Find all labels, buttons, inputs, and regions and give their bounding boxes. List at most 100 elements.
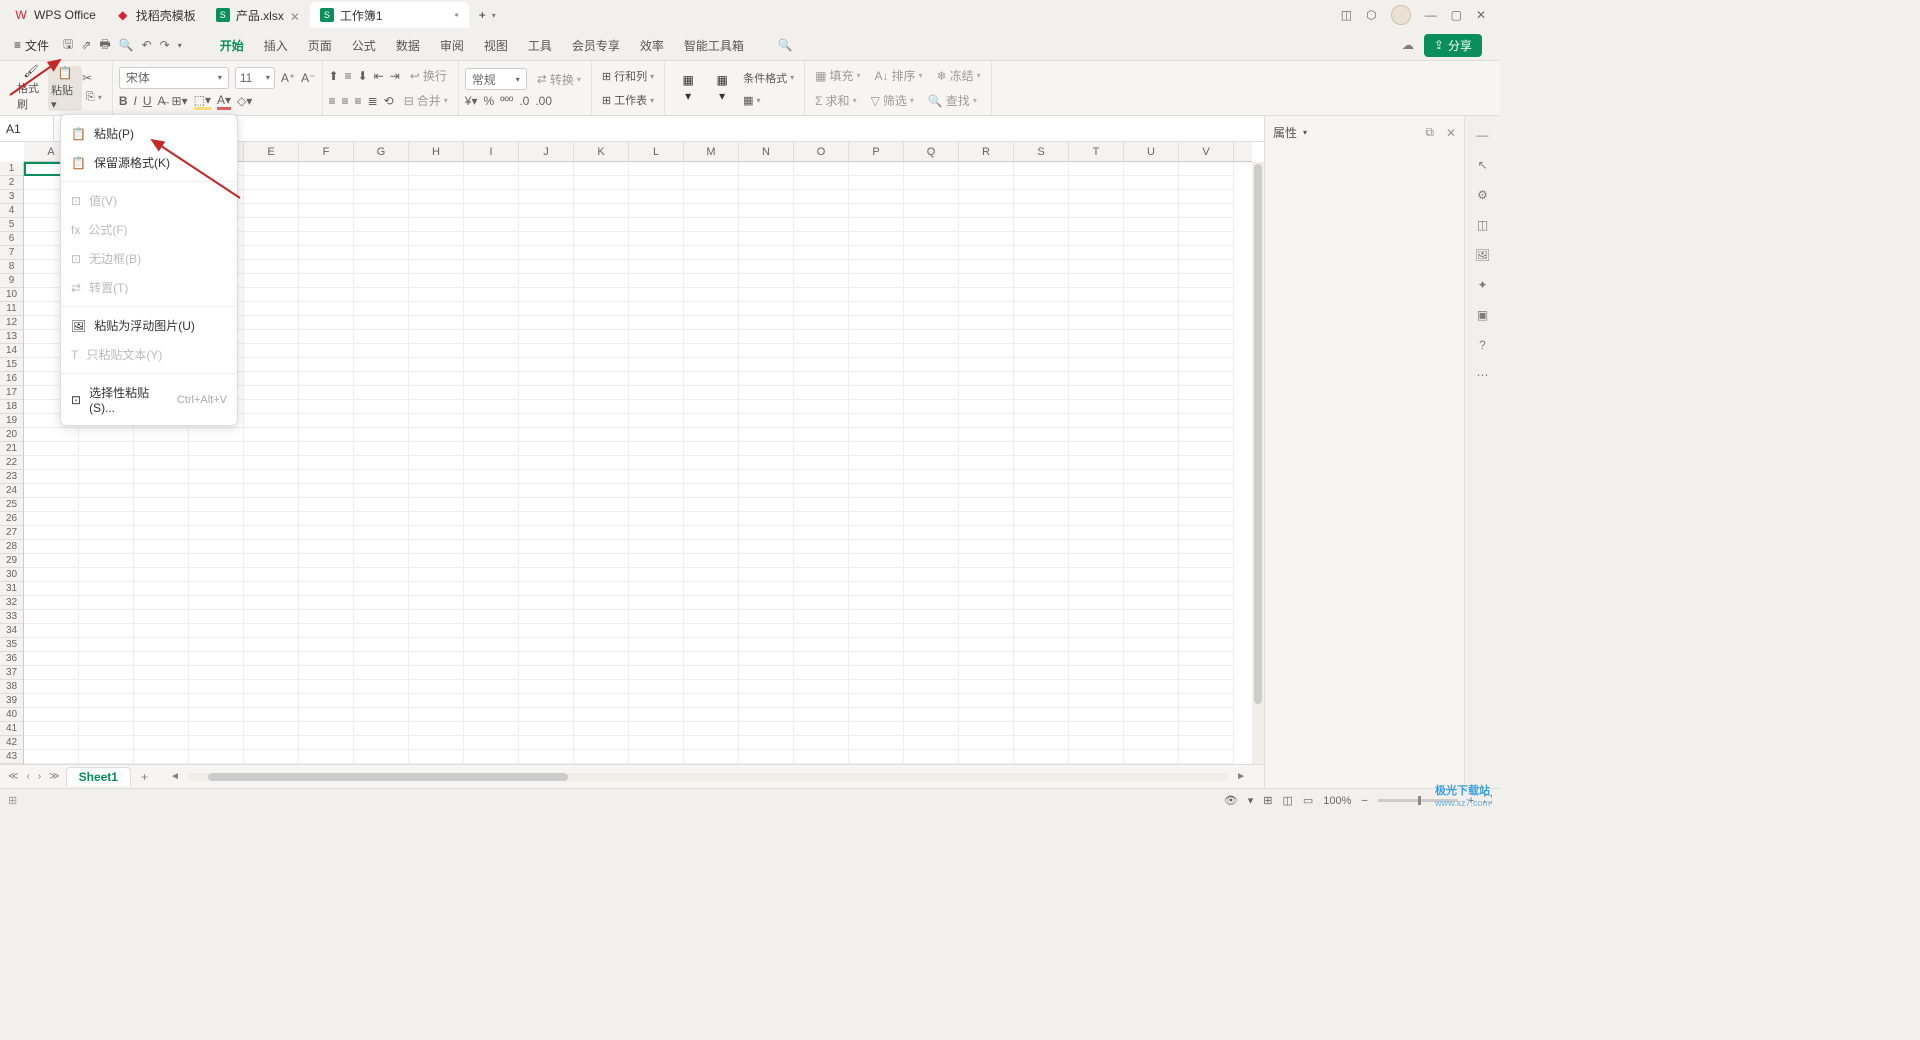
redo-icon[interactable]: ↷: [160, 38, 170, 52]
hscroll-right-icon[interactable]: ►: [1234, 771, 1248, 782]
row-headers[interactable]: 1234567891011121314151617181920212223242…: [0, 162, 24, 764]
share-button[interactable]: ⇪ 分享: [1424, 34, 1482, 57]
row-header[interactable]: 11: [0, 302, 23, 316]
freeze-button[interactable]: ❄冻结▾: [933, 65, 985, 86]
justify-icon[interactable]: ≣: [368, 94, 378, 108]
tool-icon[interactable]: ✦: [1477, 278, 1487, 292]
italic-icon[interactable]: I: [134, 94, 137, 108]
row-header[interactable]: 27: [0, 526, 23, 540]
orientation-icon[interactable]: ⟲: [384, 94, 394, 108]
image-icon[interactable]: 🖼: [1475, 248, 1490, 262]
format-as-table-button[interactable]: ▦▾: [739, 92, 798, 109]
close-icon[interactable]: ✕: [290, 10, 300, 20]
maximize-icon[interactable]: ▢: [1451, 8, 1462, 22]
print-icon[interactable]: 🖶: [99, 35, 110, 56]
row-header[interactable]: 6: [0, 232, 23, 246]
align-bottom-icon[interactable]: ⬇: [358, 69, 368, 83]
vertical-scrollbar[interactable]: [1252, 162, 1264, 764]
bold-icon[interactable]: B: [119, 94, 128, 108]
save-icon[interactable]: 🖫: [63, 35, 73, 56]
row-header[interactable]: 1: [0, 162, 23, 176]
underline-icon[interactable]: U: [143, 94, 152, 108]
row-header[interactable]: 20: [0, 428, 23, 442]
increase-indent-icon[interactable]: ⇥: [390, 69, 400, 83]
chevron-down-icon[interactable]: ▾: [178, 41, 182, 50]
worksheet-button[interactable]: ⊞工作表▾: [598, 90, 658, 110]
name-box[interactable]: A1: [0, 116, 54, 141]
menu-paste-special[interactable]: ⊡选择性粘贴(S)...Ctrl+Alt+V: [61, 378, 237, 421]
row-header[interactable]: 4: [0, 204, 23, 218]
fill-color-icon[interactable]: ⬚▾: [194, 93, 211, 110]
search-icon[interactable]: 🔍: [778, 38, 793, 52]
grid-view-icon[interactable]: ⊞: [1263, 794, 1272, 807]
row-header[interactable]: 37: [0, 666, 23, 680]
minimize-icon[interactable]: —: [1425, 8, 1437, 22]
scrollbar-thumb[interactable]: [1254, 164, 1262, 704]
row-header[interactable]: 17: [0, 386, 23, 400]
sum-button[interactable]: Σ求和▾: [811, 90, 860, 111]
row-header[interactable]: 23: [0, 470, 23, 484]
decrease-font-icon[interactable]: A⁻: [301, 71, 315, 85]
format-painter-button[interactable]: 🖌 格式刷: [14, 64, 48, 112]
cell-style-button[interactable]: ▦▾: [705, 73, 739, 103]
formula-input[interactable]: [79, 116, 1264, 141]
preview-icon[interactable]: 🔍: [119, 38, 134, 52]
paste-button[interactable]: 📋 粘贴 ▾: [48, 66, 82, 111]
ribbon-tab-review[interactable]: 审阅: [440, 37, 464, 54]
row-header[interactable]: 35: [0, 638, 23, 652]
export-icon[interactable]: ⇗: [81, 38, 91, 52]
percent-icon[interactable]: %: [483, 94, 494, 108]
row-header[interactable]: 28: [0, 540, 23, 554]
chevron-down-icon[interactable]: ▾: [492, 11, 496, 20]
fill-button[interactable]: ▦填充▾: [811, 65, 864, 86]
menu-paste[interactable]: 📋粘贴(P): [61, 119, 237, 148]
row-header[interactable]: 8: [0, 260, 23, 274]
row-header[interactable]: 30: [0, 568, 23, 582]
column-header[interactable]: Q: [904, 142, 959, 161]
hscroll-thumb[interactable]: [208, 773, 568, 781]
sort-button[interactable]: A↓排序▾: [871, 65, 927, 86]
comma-icon[interactable]: ººº: [500, 94, 513, 108]
align-center-icon[interactable]: ≡: [342, 94, 349, 108]
menu-keep-source-format[interactable]: 📋保留源格式(K): [61, 148, 237, 177]
row-header[interactable]: 39: [0, 694, 23, 708]
increase-decimal-icon[interactable]: .00: [535, 94, 552, 108]
number-format-select[interactable]: 常规▾: [465, 68, 527, 90]
undo-icon[interactable]: ↶: [142, 38, 152, 52]
file-tab-2-active[interactable]: S 工作簿1 •: [310, 2, 469, 28]
add-sheet-button[interactable]: +: [135, 770, 154, 784]
row-header[interactable]: 29: [0, 554, 23, 568]
filter-button[interactable]: ▽筛选▾: [867, 90, 918, 111]
font-name-select[interactable]: 宋体▾: [119, 67, 229, 89]
column-header[interactable]: I: [464, 142, 519, 161]
column-header[interactable]: K: [574, 142, 629, 161]
hscroll-track[interactable]: [188, 773, 1228, 781]
ribbon-tab-efficiency[interactable]: 效率: [640, 37, 664, 54]
collapse-rail-icon[interactable]: —: [1477, 128, 1489, 142]
ribbon-tab-page[interactable]: 页面: [308, 37, 332, 54]
increase-font-icon[interactable]: A⁺: [281, 71, 295, 85]
row-header[interactable]: 26: [0, 512, 23, 526]
column-header[interactable]: O: [794, 142, 849, 161]
column-header[interactable]: T: [1069, 142, 1124, 161]
row-header[interactable]: 13: [0, 330, 23, 344]
column-header[interactable]: R: [959, 142, 1014, 161]
row-header[interactable]: 19: [0, 414, 23, 428]
row-header[interactable]: 3: [0, 190, 23, 204]
convert-button[interactable]: ⇄转换▾: [533, 69, 585, 90]
status-icon[interactable]: ⊞: [8, 794, 17, 807]
align-right-icon[interactable]: ≡: [355, 94, 362, 108]
help-icon[interactable]: ?: [1479, 338, 1486, 352]
row-header[interactable]: 40: [0, 708, 23, 722]
column-header[interactable]: G: [354, 142, 409, 161]
hscroll-left-icon[interactable]: ◄: [168, 771, 182, 782]
column-header[interactable]: F: [299, 142, 354, 161]
row-header[interactable]: 7: [0, 246, 23, 260]
row-header[interactable]: 34: [0, 624, 23, 638]
template-tab[interactable]: ◆ 找稻壳模板: [106, 2, 206, 28]
more-icon[interactable]: ⋯: [1477, 368, 1489, 382]
row-header[interactable]: 43: [0, 750, 23, 764]
cut-icon[interactable]: ✂: [82, 71, 106, 85]
decrease-decimal-icon[interactable]: .0: [519, 94, 529, 108]
ribbon-tab-tools[interactable]: 工具: [528, 37, 552, 54]
